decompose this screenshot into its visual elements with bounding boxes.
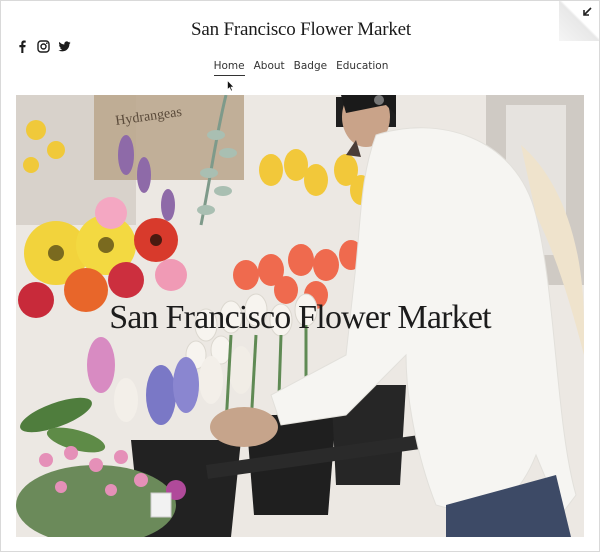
page-frame: San Francisco Flower Market Home About B… [0,0,600,552]
twitter-icon[interactable] [58,40,71,53]
main-nav: Home About Badge Education [1,60,600,76]
instagram-icon[interactable] [37,40,50,53]
nav-item-about[interactable]: About [254,60,285,76]
site-title[interactable]: San Francisco Flower Market [1,19,600,41]
nav-item-education[interactable]: Education [336,60,388,76]
mouse-cursor-icon [227,80,235,92]
facebook-icon[interactable] [16,40,29,53]
collapse-arrow-icon[interactable] [581,6,593,18]
social-links [16,40,71,53]
nav-item-badge[interactable]: Badge [294,60,327,76]
hero-banner: Hydrangeas San Francisco Flower Market [16,95,584,537]
nav-item-home[interactable]: Home [213,60,245,76]
hero-title: San Francisco Flower Market [109,299,491,336]
